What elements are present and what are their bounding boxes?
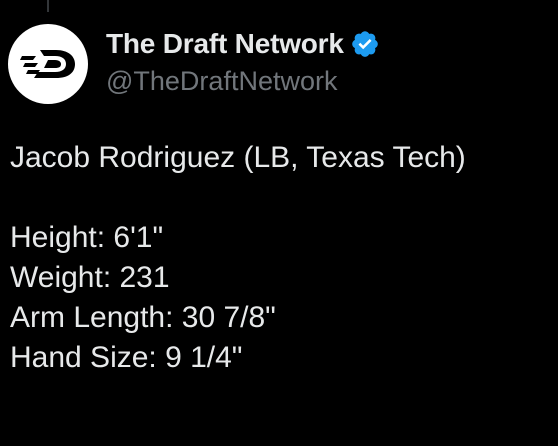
verified-badge-icon[interactable] [350, 29, 380, 59]
stat-hand-size: Hand Size: 9 1/4" [10, 341, 243, 374]
thread-connector-line [47, 0, 49, 12]
avatar[interactable] [8, 24, 88, 104]
stat-arm-length: Arm Length: 30 7/8" [10, 301, 276, 334]
tweet-title-line: Jacob Rodriguez (LB, Texas Tech) [10, 141, 466, 174]
author-handle[interactable]: @TheDraftNetwork [106, 66, 380, 97]
author-display-name[interactable]: The Draft Network [106, 28, 344, 60]
stat-height: Height: 6'1" [10, 221, 164, 254]
the-draft-network-logo-icon [20, 50, 75, 78]
display-name-row: The Draft Network [106, 24, 380, 64]
tweet-header: The Draft Network @TheDraftNetwork [8, 24, 380, 104]
tweet-text: Jacob Rodriguez (LB, Texas Tech) Height:… [10, 138, 466, 378]
stat-weight: Weight: 231 [10, 261, 170, 294]
author-names: The Draft Network @TheDraftNetwork [106, 24, 380, 97]
